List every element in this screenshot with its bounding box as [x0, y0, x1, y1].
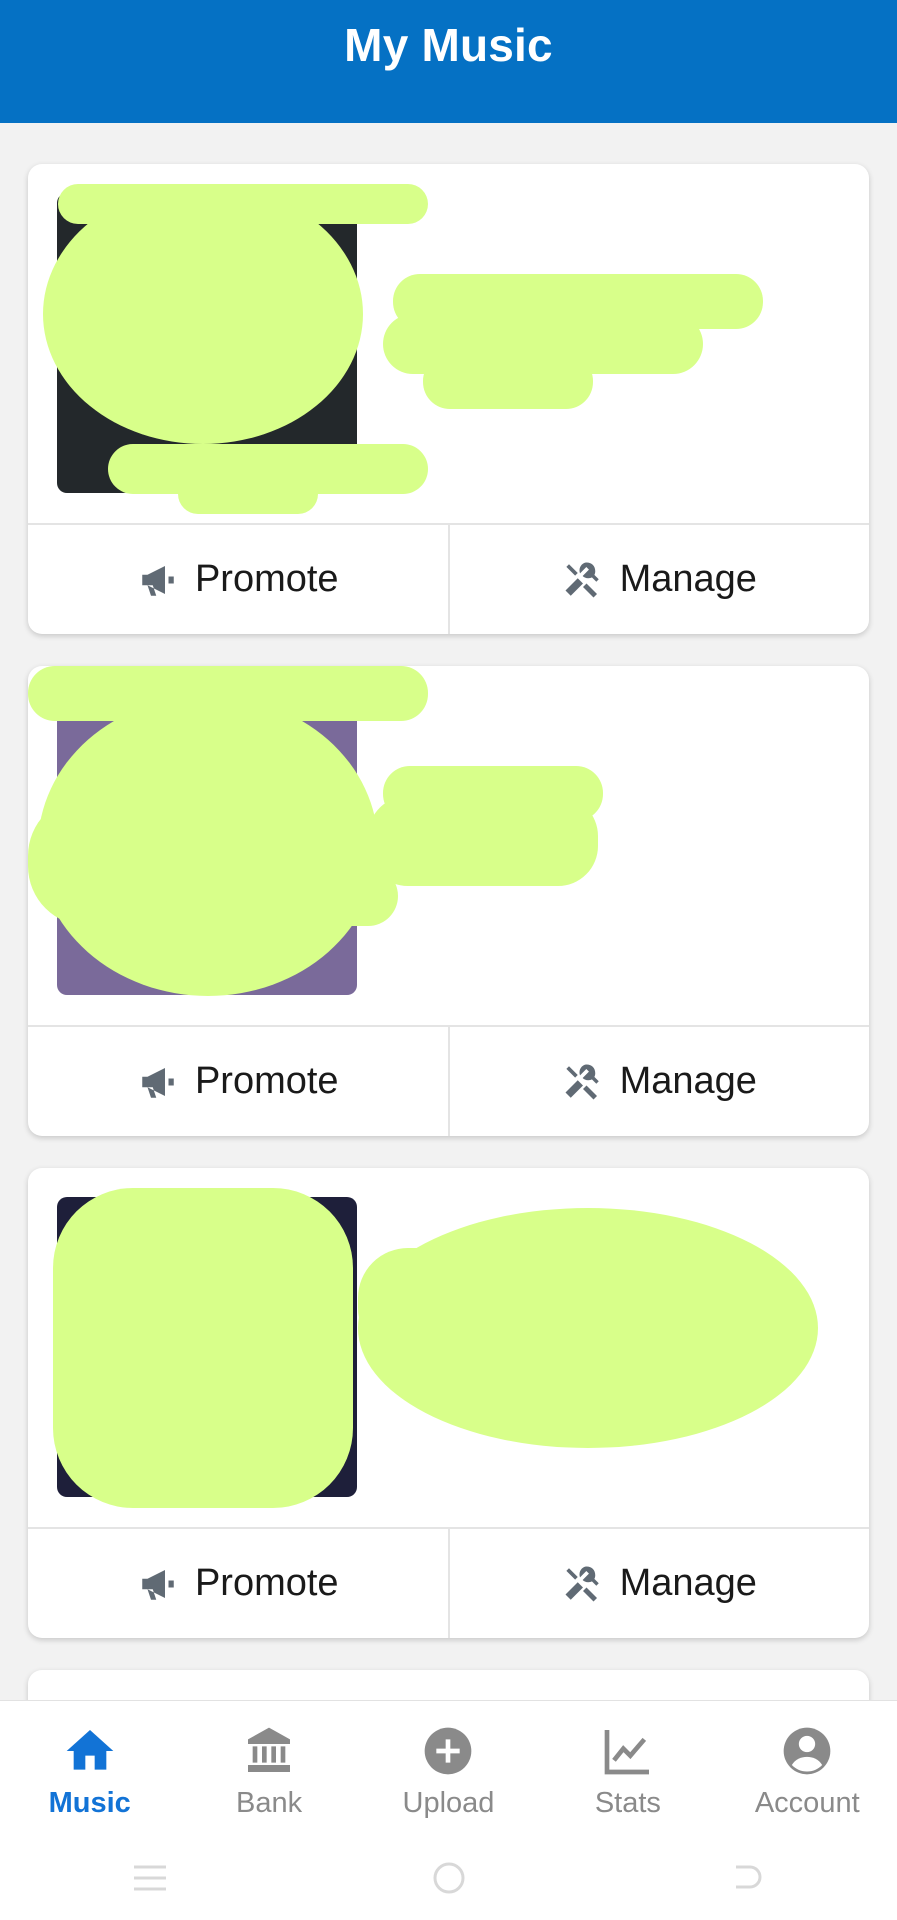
- card-actions: Promote Manage: [28, 1529, 869, 1638]
- nav-label: Music: [48, 1787, 131, 1819]
- nav-bank[interactable]: Bank: [184, 1701, 354, 1820]
- tools-icon: [565, 562, 599, 597]
- promote-button[interactable]: Promote: [28, 1529, 448, 1638]
- music-card[interactable]: Promote Manage: [28, 1168, 869, 1638]
- app-header: My Music: [0, 0, 897, 123]
- music-card[interactable]: Promote Manage: [28, 666, 869, 1136]
- tools-icon: [565, 1064, 599, 1099]
- manage-button[interactable]: Manage: [447, 525, 870, 634]
- nav-label: Bank: [236, 1787, 303, 1819]
- promote-button[interactable]: Promote: [28, 525, 448, 634]
- nav-label: Stats: [594, 1787, 661, 1819]
- bottom-navigation: Music Bank Upload Stats Account: [0, 1700, 897, 1836]
- nav-label: Upload: [402, 1787, 495, 1819]
- system-navigation-bar: [0, 1835, 897, 1920]
- card-body[interactable]: [28, 1168, 869, 1529]
- manage-label: Manage: [619, 1060, 757, 1102]
- home-button[interactable]: [419, 1858, 479, 1898]
- card-actions: Promote Manage: [28, 1027, 869, 1136]
- redaction-scribble: [28, 666, 603, 996]
- redaction-scribble: [53, 1188, 818, 1508]
- card-body[interactable]: [28, 666, 869, 1027]
- nav-stats[interactable]: Stats: [543, 1701, 713, 1820]
- card-body[interactable]: [28, 164, 869, 525]
- back-button[interactable]: [718, 1858, 778, 1898]
- menu-lines-icon: [133, 1865, 166, 1890]
- promote-label: Promote: [194, 558, 339, 600]
- music-card[interactable]: Promote Manage: [28, 164, 869, 634]
- page-title: My Music: [344, 19, 553, 71]
- home-icon: [66, 1730, 114, 1770]
- card-actions: Promote Manage: [28, 525, 869, 634]
- tools-icon: [565, 1566, 599, 1601]
- manage-label: Manage: [619, 558, 757, 600]
- nav-music[interactable]: Music: [5, 1701, 175, 1820]
- redaction-scribble: [43, 184, 763, 514]
- megaphone-icon: [142, 1067, 174, 1098]
- chart-line-icon: [604, 1730, 649, 1775]
- nav-account[interactable]: Account: [722, 1701, 892, 1820]
- nav-label: Account: [754, 1787, 860, 1819]
- megaphone-icon: [142, 565, 174, 596]
- manage-button[interactable]: Manage: [447, 1027, 870, 1136]
- plus-circle-icon: [425, 1727, 472, 1775]
- account-circle-icon: [783, 1727, 831, 1775]
- recent-apps-button[interactable]: [120, 1858, 180, 1898]
- promote-label: Promote: [194, 1562, 339, 1604]
- bank-icon: [248, 1727, 291, 1772]
- circle-icon: [433, 1862, 464, 1893]
- back-icon: [735, 1865, 761, 1888]
- promote-label: Promote: [194, 1060, 339, 1102]
- manage-button[interactable]: Manage: [447, 1529, 870, 1638]
- nav-upload[interactable]: Upload: [363, 1701, 533, 1820]
- manage-label: Manage: [619, 1562, 757, 1604]
- megaphone-icon: [142, 1569, 174, 1600]
- promote-button[interactable]: Promote: [28, 1027, 448, 1136]
